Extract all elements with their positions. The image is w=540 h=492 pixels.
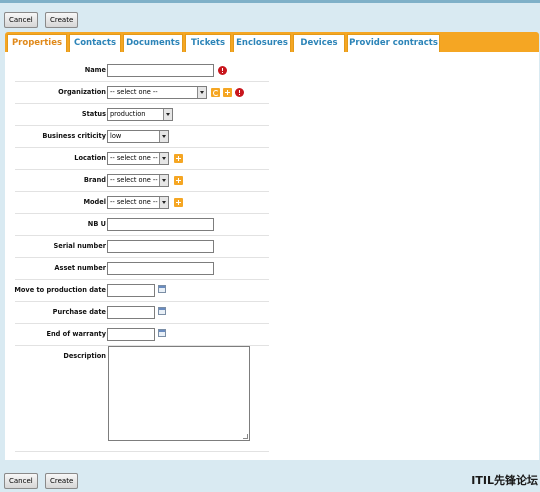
model-selected-value: -- select one --	[110, 198, 158, 206]
form-row-brand: Brand -- select one --	[15, 170, 269, 192]
add-organization-icon[interactable]	[223, 88, 232, 97]
name-input[interactable]	[107, 64, 214, 77]
tab-tickets[interactable]: Tickets	[185, 34, 231, 52]
mandatory-error-icon	[218, 66, 227, 75]
form-row-status: Status production	[15, 104, 269, 126]
top-border	[0, 0, 540, 3]
name-label: Name	[84, 66, 106, 74]
brand-label: Brand	[83, 176, 106, 184]
description-textarea[interactable]	[108, 346, 250, 441]
form-row-model: Model -- select one --	[15, 192, 269, 214]
asset-number-label: Asset number	[54, 264, 106, 272]
cancel-button-bottom[interactable]: Cancel	[4, 473, 38, 489]
tab-properties[interactable]: Properties	[7, 34, 67, 53]
end-of-warranty-label: End of warranty	[46, 330, 106, 338]
cancel-button-top[interactable]: Cancel	[4, 12, 38, 28]
form-row-purchase-date: Purchase date	[15, 302, 269, 324]
model-label: Model	[83, 198, 106, 206]
watermark-text: ITIL先锋论坛	[471, 474, 538, 487]
add-model-icon[interactable]	[174, 198, 183, 207]
tab-contacts[interactable]: Contacts	[69, 34, 121, 52]
nb-u-input[interactable]	[107, 218, 214, 231]
business-criticity-selected-value: low	[110, 132, 122, 140]
form-row-nb-u: NB U	[15, 214, 269, 236]
calendar-icon[interactable]	[158, 307, 166, 315]
add-brand-icon[interactable]	[174, 176, 183, 185]
organization-select[interactable]: -- select one --	[107, 86, 207, 99]
form-row-asset-number: Asset number	[15, 258, 269, 280]
organization-label: Organization	[58, 88, 106, 96]
form-row-organization: Organization -- select one --	[15, 82, 269, 104]
description-label: Description	[63, 352, 106, 360]
organization-selected-value: -- select one --	[110, 88, 158, 96]
move-to-production-date-input[interactable]	[107, 284, 155, 297]
add-location-icon[interactable]	[174, 154, 183, 163]
purchase-date-input[interactable]	[107, 306, 155, 319]
asset-number-input[interactable]	[107, 262, 214, 275]
properties-panel: Name Organization -- select one -- Statu…	[5, 52, 539, 460]
brand-select[interactable]: -- select one --	[107, 174, 169, 187]
calendar-icon[interactable]	[158, 285, 166, 293]
form-row-description: Description	[15, 346, 269, 452]
form-row-move-to-production-date: Move to production date	[14, 280, 269, 302]
chevron-down-icon	[163, 109, 172, 120]
tab-documents[interactable]: Documents	[123, 34, 183, 52]
mandatory-error-icon	[235, 88, 244, 97]
location-selected-value: -- select one --	[110, 154, 158, 162]
status-label: Status	[81, 110, 106, 118]
form-row-business-criticity: Business criticity low	[15, 126, 269, 148]
purchase-date-label: Purchase date	[52, 308, 106, 316]
tab-provider-contracts[interactable]: Provider contracts	[347, 34, 440, 52]
business-criticity-select[interactable]: low	[107, 130, 169, 143]
business-criticity-label: Business criticity	[42, 132, 106, 140]
end-of-warranty-input[interactable]	[107, 328, 155, 341]
form-row-serial-number: Serial number	[15, 236, 269, 258]
location-select[interactable]: -- select one --	[107, 152, 169, 165]
chevron-down-icon	[197, 87, 206, 98]
status-select[interactable]: production	[107, 108, 173, 121]
calendar-icon[interactable]	[158, 329, 166, 337]
chevron-down-icon	[159, 175, 168, 186]
model-select[interactable]: -- select one --	[107, 196, 169, 209]
form-row-location: Location -- select one --	[15, 148, 269, 170]
resize-grip-icon[interactable]	[243, 434, 248, 439]
serial-number-input[interactable]	[107, 240, 214, 253]
nb-u-label: NB U	[87, 220, 106, 228]
chevron-down-icon	[159, 197, 168, 208]
chevron-down-icon	[159, 153, 168, 164]
tab-bar: Properties Contacts Documents Tickets En…	[5, 32, 539, 53]
serial-number-label: Serial number	[53, 242, 106, 250]
create-button-bottom[interactable]: Create	[45, 473, 79, 489]
tab-devices[interactable]: Devices	[293, 34, 345, 52]
form-row-end-of-warranty: End of warranty	[15, 324, 269, 346]
form-row-name: Name	[15, 60, 269, 82]
move-to-production-date-label: Move to production date	[14, 286, 106, 294]
location-label: Location	[74, 154, 106, 162]
status-selected-value: production	[110, 110, 146, 118]
create-button-top[interactable]: Create	[45, 12, 79, 28]
tab-enclosures[interactable]: Enclosures	[233, 34, 291, 52]
brand-selected-value: -- select one --	[110, 176, 158, 184]
chevron-down-icon	[159, 131, 168, 142]
refresh-icon[interactable]	[211, 88, 220, 97]
